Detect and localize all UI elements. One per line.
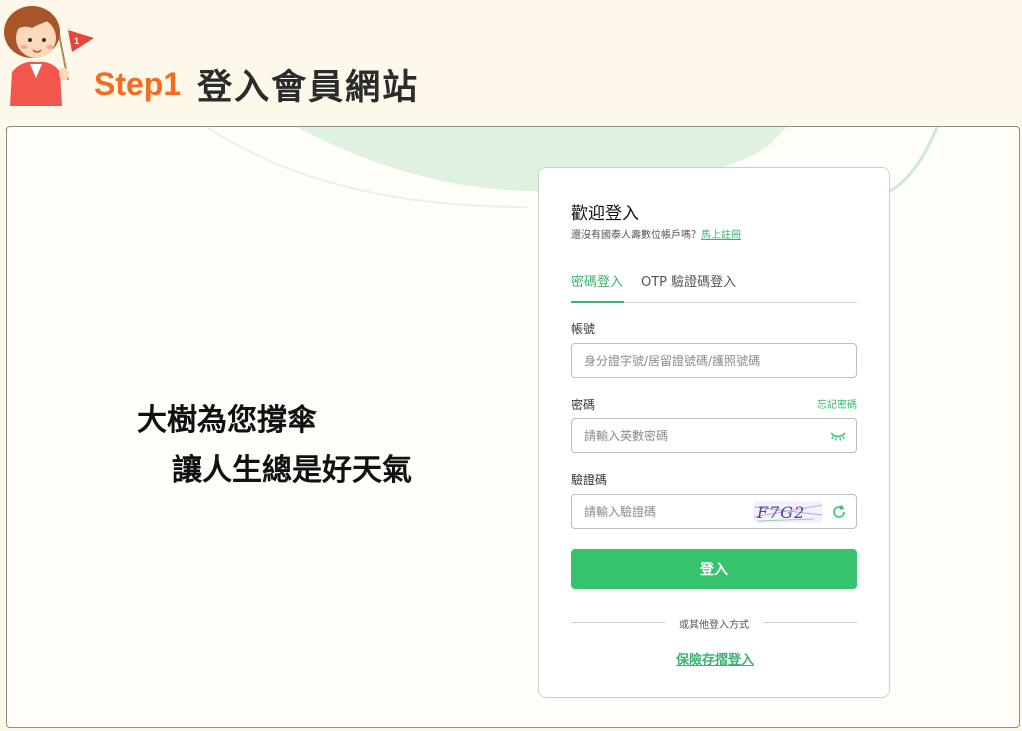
account-label: 帳號 <box>571 322 596 336</box>
welcome-heading: 歡迎登入 <box>571 204 639 224</box>
captcha-image: F7G2 <box>754 501 822 523</box>
other-methods-text: 或其他登入方式 <box>679 620 749 631</box>
account-field-box <box>571 343 857 378</box>
password-input[interactable] <box>584 419 784 452</box>
tab-otp-login[interactable]: OTP 驗證碼登入 <box>641 272 736 301</box>
password-label: 密碼 <box>571 398 596 412</box>
captcha-label: 驗證碼 <box>571 473 608 487</box>
step-label: Step1 <box>94 65 182 102</box>
signup-prompt-line: 還沒有國泰人壽數位帳戶嗎？馬上註冊 <box>571 226 741 241</box>
step-heading: 登入會員網站 <box>197 67 420 108</box>
eye-closed-icon[interactable] <box>830 430 846 442</box>
step-title: Step1 登入會員網站 <box>94 60 419 108</box>
flag-number: 1 <box>74 36 79 46</box>
forgot-password-link[interactable]: 忘記密碼 <box>817 396 857 411</box>
login-card: 歡迎登入 還沒有國泰人壽數位帳戶嗎？馬上註冊 密碼登入 OTP 驗證碼登入 帳號… <box>538 167 890 698</box>
refresh-icon[interactable] <box>831 504 847 520</box>
tab-password-login[interactable]: 密碼登入 <box>571 272 625 303</box>
captcha-input[interactable] <box>584 495 734 528</box>
login-button[interactable]: 登入 <box>571 549 857 589</box>
captcha-field-box: F7G2 <box>571 494 857 529</box>
other-methods-divider: 或其他登入方式 <box>571 616 857 631</box>
account-input[interactable] <box>584 344 784 377</box>
slogan-line-2: 讓人生總是好天氣 <box>172 453 412 488</box>
slogan-line-1: 大樹為您撐傘 <box>137 403 317 438</box>
password-field-box <box>571 418 857 453</box>
signup-prompt: 還沒有國泰人壽數位帳戶嗎？ <box>571 230 701 241</box>
captcha-text: F7G2 <box>756 503 805 522</box>
mascot-illustration: 1 <box>4 6 94 106</box>
signup-link[interactable]: 馬上註冊 <box>701 230 741 241</box>
login-tabs: 密碼登入 OTP 驗證碼登入 <box>571 272 857 303</box>
login-page-screenshot: 大樹為您撐傘 讓人生總是好天氣 歡迎登入 還沒有國泰人壽數位帳戶嗎？馬上註冊 密… <box>6 126 1020 728</box>
passbook-login-link[interactable]: 保險存摺登入 <box>539 649 891 668</box>
divider-line-right <box>763 622 857 623</box>
